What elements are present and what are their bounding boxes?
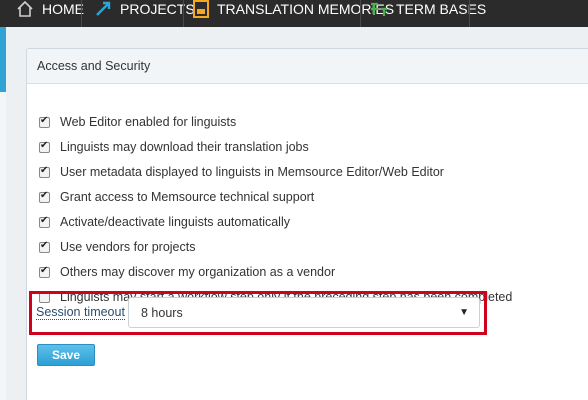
nav-divider xyxy=(360,0,361,27)
term-bases-icon xyxy=(371,2,387,16)
option-discover-vendor[interactable]: Others may discover my organization as a… xyxy=(39,263,335,281)
panel-header: Access and Security xyxy=(27,49,588,84)
nav-item-projects[interactable]: Projects xyxy=(94,0,195,26)
access-security-panel: Access and Security Web Editor enabled f… xyxy=(26,48,588,400)
option-label: User metadata displayed to linguists in … xyxy=(60,165,444,179)
option-download-jobs[interactable]: Linguists may download their translation… xyxy=(39,138,309,156)
session-timeout-label: Session timeout xyxy=(36,305,125,320)
translation-memories-icon xyxy=(193,0,209,18)
option-label: Grant access to Memsource technical supp… xyxy=(60,190,315,204)
nav-item-home[interactable]: Home xyxy=(16,0,84,26)
nav-item-label: Term Bases xyxy=(396,1,487,17)
session-timeout-select[interactable]: 8 hours ▼ xyxy=(128,297,480,328)
home-icon xyxy=(17,0,33,17)
option-label: Linguists may download their translation… xyxy=(60,140,309,154)
option-label: Use vendors for projects xyxy=(60,240,196,254)
checkbox[interactable] xyxy=(39,265,50,278)
option-label: Web Editor enabled for linguists xyxy=(60,115,237,129)
nav-divider xyxy=(183,0,184,27)
top-navigation-bar: Home Projects Translation Memories Term … xyxy=(0,0,588,27)
settings-page: Access and Security Web Editor enabled f… xyxy=(6,27,588,400)
checkbox[interactable] xyxy=(39,240,50,253)
save-button[interactable]: Save xyxy=(37,344,95,366)
projects-icon xyxy=(96,1,111,16)
option-web-editor[interactable]: Web Editor enabled for linguists xyxy=(39,113,236,131)
option-tech-support[interactable]: Grant access to Memsource technical supp… xyxy=(39,188,314,206)
panel-title: Access and Security xyxy=(37,59,151,73)
nav-item-label: Home xyxy=(42,1,84,17)
option-use-vendors[interactable]: Use vendors for projects xyxy=(39,238,195,256)
session-timeout-value: 8 hours xyxy=(141,305,183,320)
nav-divider xyxy=(469,0,470,27)
nav-item-translation-memories[interactable]: Translation Memories xyxy=(193,0,394,26)
option-label: Activate/deactivate linguists automatica… xyxy=(60,215,290,229)
nav-divider xyxy=(81,0,82,27)
checkbox[interactable] xyxy=(39,165,50,178)
checkbox[interactable] xyxy=(39,190,50,203)
option-activate-linguists[interactable]: Activate/deactivate linguists automatica… xyxy=(39,213,290,231)
option-label: Others may discover my organization as a… xyxy=(60,265,336,279)
checkbox[interactable] xyxy=(39,140,50,153)
checkbox[interactable] xyxy=(39,115,50,128)
checkbox[interactable] xyxy=(39,215,50,228)
nav-item-label: Translation Memories xyxy=(217,1,395,17)
option-user-metadata[interactable]: User metadata displayed to linguists in … xyxy=(39,163,444,181)
caret-down-icon: ▼ xyxy=(459,307,469,318)
